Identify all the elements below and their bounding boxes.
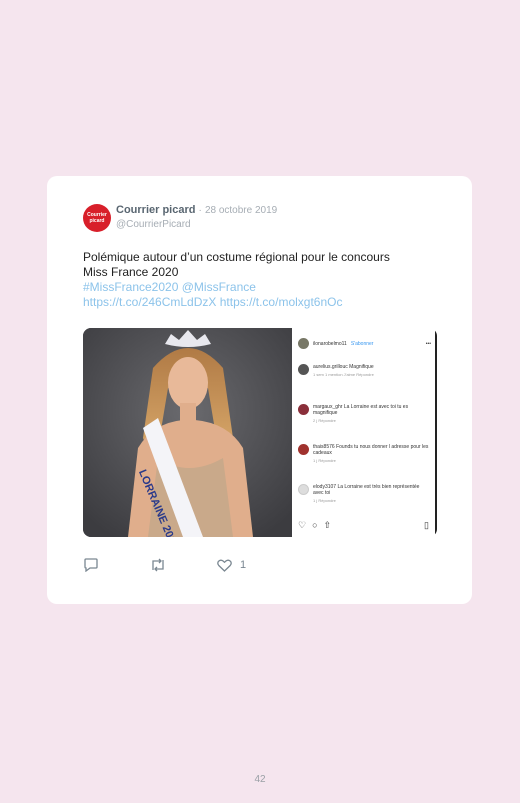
reply-button[interactable] (83, 558, 99, 572)
retweet-button[interactable] (149, 558, 167, 572)
commenter-avatar (298, 444, 309, 455)
heart-icon (217, 559, 232, 572)
miss-lorraine-photo: LORRAINE 2019 (83, 328, 292, 537)
tweet-text-line-1: Polémique autour d’un costume régional p… (83, 250, 390, 264)
ig-follow-button[interactable]: S'abonner (351, 341, 374, 347)
commenter-avatar (298, 364, 309, 375)
ig-comment: margaux_ghr La Lorraine est avec toi tu … (298, 404, 431, 423)
author-handle[interactable]: @CourrierPicard (116, 219, 191, 230)
page-number: 42 (254, 774, 266, 785)
mention-link[interactable]: @MissFrance (182, 280, 256, 294)
commenter-avatar (298, 404, 309, 415)
ig-action-bar: ♡ ○ ⇧ ▯ (298, 520, 429, 531)
url-link-1[interactable]: https://t.co/246CmLdDzX (83, 295, 216, 309)
author-name[interactable]: Courrier picard (116, 204, 195, 216)
reply-icon (84, 558, 98, 572)
comment-meta: 1 j Répondre (313, 458, 336, 463)
avatar-line-2: picard (89, 218, 105, 224)
ig-user-avatar (298, 338, 309, 349)
comment-meta: 1 sem 1 mention J'aime Répondre (313, 372, 374, 377)
comment-meta: 1 j Répondre (313, 498, 336, 503)
ig-bookmark-icon[interactable]: ▯ (424, 520, 429, 531)
like-count: 1 (240, 559, 247, 571)
more-icon[interactable]: ••• (426, 341, 431, 347)
tweet-date[interactable]: 28 octobre 2019 (205, 205, 277, 216)
tweet-text-line-2: Miss France 2020 (83, 265, 179, 279)
ig-comment: aurelius.grillouc Magnifique 1 sem 1 men… (298, 364, 431, 377)
ig-header: ilonarobelmo11 S'abonner ••• (298, 338, 431, 349)
retweet-icon (152, 558, 164, 572)
tweet-media[interactable]: LORRAINE 2019 ilonarobelmo11 S'abonner •… (83, 328, 437, 537)
comment-meta: 2 j Répondre (313, 418, 336, 423)
instagram-comments-panel: ilonarobelmo11 S'abonner ••• aurelius.gr… (292, 328, 437, 537)
separator: · (198, 205, 202, 216)
tweet-text: Polémique autour d’un costume régional p… (83, 250, 443, 310)
ig-comment: thais8576 Founds tu nous donner l adress… (298, 444, 431, 463)
ig-like-icon[interactable]: ♡ (298, 520, 306, 531)
ig-comment: elody3107 La Lorraine est très bien repr… (298, 484, 431, 503)
commenter-avatar (298, 484, 309, 495)
tweet-actions: 1 (83, 558, 246, 572)
like-button[interactable]: 1 (217, 559, 246, 572)
courrier-picard-avatar[interactable]: Courrier picard (83, 204, 111, 232)
comment-text: Magnifique (349, 364, 374, 370)
hashtag-link[interactable]: #MissFrance2020 (83, 280, 178, 294)
tweet-header: Courrier picard · 28 octobre 2019 (116, 204, 277, 216)
ig-comment-icon[interactable]: ○ (312, 520, 317, 531)
ig-header-user[interactable]: ilonarobelmo11 (313, 341, 347, 347)
tweet-card: Courrier picard Courrier picard · 28 oct… (47, 176, 472, 604)
url-link-2[interactable]: https://t.co/molxgt6nOc (220, 295, 343, 309)
ig-share-icon[interactable]: ⇧ (324, 520, 332, 531)
commenter-name[interactable]: aurelius.grillouc (313, 364, 348, 370)
